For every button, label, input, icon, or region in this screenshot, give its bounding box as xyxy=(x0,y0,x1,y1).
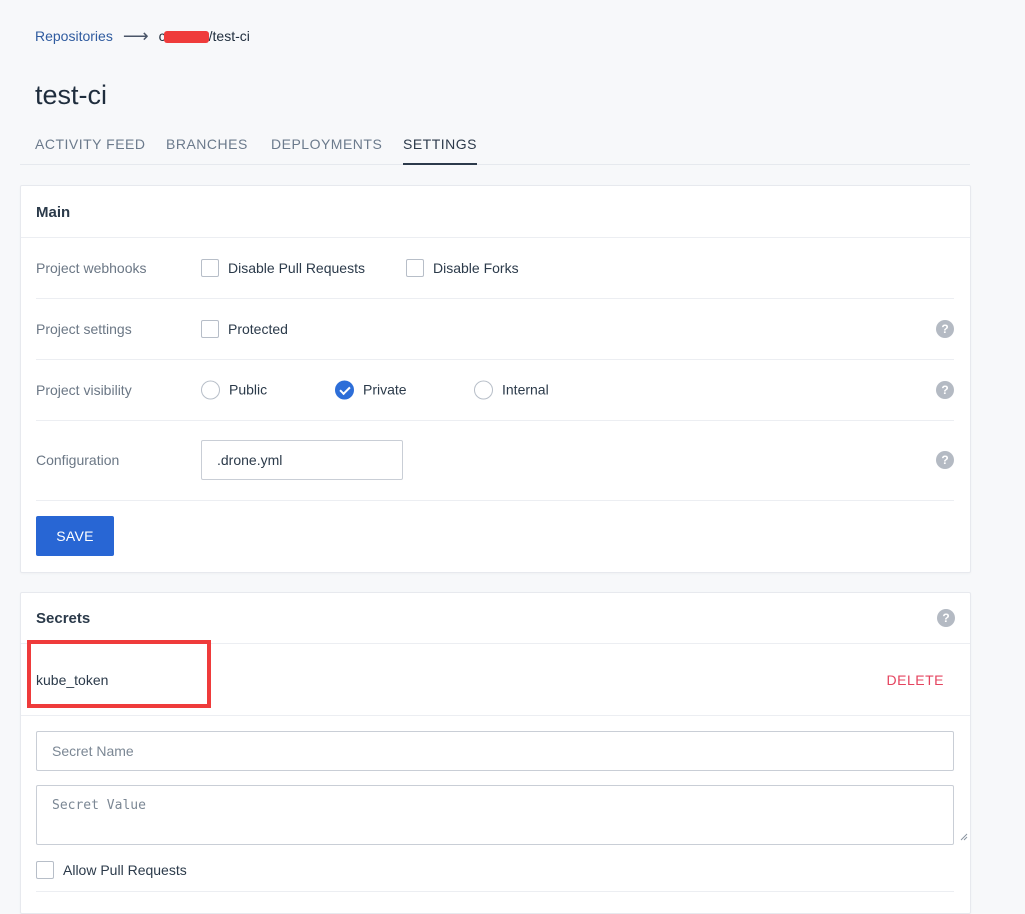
save-button[interactable]: SAVE xyxy=(36,516,114,556)
disable-pull-requests-checkbox[interactable]: Disable Pull Requests xyxy=(201,258,365,277)
visibility-public-radio[interactable]: Public xyxy=(201,380,267,399)
project-visibility-label: Project visibility xyxy=(36,381,132,398)
checkbox-box[interactable] xyxy=(201,258,219,277)
checkbox-box[interactable] xyxy=(36,861,54,879)
tab-activity-feed[interactable]: ACTIVITY FEED xyxy=(35,136,145,152)
disable-pull-requests-label: Disable Pull Requests xyxy=(228,259,365,276)
help-icon[interactable]: ? xyxy=(937,609,955,627)
help-icon[interactable]: ? xyxy=(936,380,954,399)
project-settings-row: Project settings Protected ? xyxy=(36,298,954,360)
project-settings-label: Project settings xyxy=(36,320,132,337)
tab-branches[interactable]: BRANCHES xyxy=(166,136,248,152)
webhooks-label: Project webhooks xyxy=(36,259,147,276)
radio-checked-icon[interactable] xyxy=(335,380,354,399)
resize-grip-icon[interactable] xyxy=(960,833,968,841)
checkbox-box[interactable] xyxy=(406,258,424,277)
redaction-mark xyxy=(163,31,209,44)
radio-circle[interactable] xyxy=(201,380,220,399)
secrets-card-title: Secrets xyxy=(36,610,91,627)
tab-bar: ACTIVITY FEED BRANCHES DEPLOYMENTS SETTI… xyxy=(20,130,970,165)
allow-pull-requests-checkbox[interactable]: Allow Pull Requests xyxy=(36,861,187,879)
configuration-label: Configuration xyxy=(36,452,120,468)
disable-forks-checkbox[interactable]: Disable Forks xyxy=(406,258,519,277)
secret-list-item: kube_token DELETE xyxy=(21,640,970,716)
main-card-title: Main xyxy=(36,204,71,221)
page: Repositories ⟶ c /test-ci test-ci ACTIVI… xyxy=(0,0,1025,914)
visibility-private-label: Private xyxy=(363,381,407,398)
help-icon[interactable]: ? xyxy=(936,451,954,469)
breadcrumb-owner[interactable]: c xyxy=(159,28,209,44)
visibility-public-label: Public xyxy=(229,381,268,398)
tab-settings[interactable]: SETTINGS xyxy=(403,136,478,165)
tab-deployments[interactable]: DEPLOYMENTS xyxy=(271,136,382,152)
protected-label: Protected xyxy=(228,320,288,337)
configuration-row: Configuration ? xyxy=(36,420,954,501)
annotation-highlight-box xyxy=(27,640,211,708)
main-settings-card: Main Project webhooks Disable Pull Reque… xyxy=(20,185,971,573)
visibility-private-radio[interactable]: Private xyxy=(335,380,407,399)
secrets-card: Secrets ? kube_token DELETE Allow Pull R… xyxy=(20,592,971,914)
webhooks-row: Project webhooks Disable Pull Requests D… xyxy=(36,237,954,299)
visibility-internal-label: Internal xyxy=(502,381,549,398)
page-title: test-ci xyxy=(35,80,108,110)
delete-secret-button[interactable]: DELETE xyxy=(887,672,944,688)
radio-circle[interactable] xyxy=(474,380,493,399)
allow-pull-requests-label: Allow Pull Requests xyxy=(63,862,187,878)
project-visibility-row: Project visibility Public Private Intern… xyxy=(36,359,954,421)
secret-name-input[interactable] xyxy=(36,731,954,771)
visibility-internal-radio[interactable]: Internal xyxy=(474,380,549,399)
breadcrumb-repositories-link[interactable]: Repositories xyxy=(35,28,113,44)
help-icon[interactable]: ? xyxy=(936,319,954,338)
configuration-input[interactable] xyxy=(201,440,403,480)
secret-value-textarea[interactable] xyxy=(36,785,954,845)
breadcrumb-repo: /test-ci xyxy=(208,28,250,44)
disable-forks-label: Disable Forks xyxy=(433,259,519,276)
breadcrumb: Repositories ⟶ c /test-ci xyxy=(35,26,250,46)
protected-checkbox[interactable]: Protected xyxy=(201,319,288,338)
divider xyxy=(36,891,954,892)
arrow-right-icon: ⟶ xyxy=(122,26,149,46)
checkbox-box[interactable] xyxy=(201,319,219,338)
